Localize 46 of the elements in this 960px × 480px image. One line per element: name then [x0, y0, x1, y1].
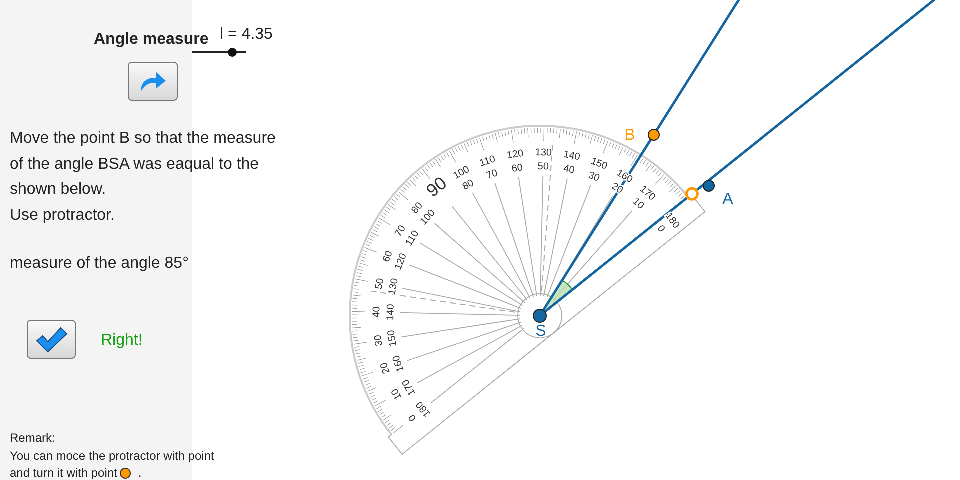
- target-angle: measure of the angle 85°: [10, 254, 189, 274]
- scale-label: 30: [586, 170, 602, 184]
- scale-label: 70: [485, 168, 500, 182]
- scale-label: 110: [478, 154, 498, 170]
- point[interactable]: [648, 129, 660, 141]
- scale-label: 80: [461, 178, 476, 193]
- scale-label: 40: [372, 306, 383, 318]
- rotate-handle[interactable]: [685, 187, 699, 201]
- redo-arrow-icon: [138, 70, 168, 94]
- slider-thumb[interactable]: [228, 48, 237, 56]
- point-label: S: [536, 323, 546, 340]
- slider-label: l = 4.35: [220, 25, 273, 45]
- scale-label: 60: [381, 250, 396, 264]
- result-message: Right!: [101, 331, 143, 351]
- scale-label: 0: [654, 224, 667, 235]
- title: Angle measure: [94, 30, 209, 50]
- scale-label: 160: [391, 354, 407, 374]
- scale-label: 20: [378, 361, 393, 376]
- scale-label: 50: [374, 278, 387, 291]
- scale-label: 120: [506, 148, 524, 162]
- point[interactable]: [533, 309, 547, 323]
- point-label: B: [624, 127, 636, 144]
- redo-button[interactable]: [128, 62, 178, 101]
- scale-label: 140: [562, 149, 582, 164]
- remark-line: and turn it with point: [10, 465, 118, 480]
- remark-title: Remark:: [10, 430, 56, 446]
- scale-label: 130: [535, 148, 552, 159]
- scale-label: 60: [511, 162, 524, 176]
- scale-label: 20: [610, 181, 625, 196]
- scale-label: 120: [393, 252, 410, 272]
- scale-label: 130: [387, 278, 402, 296]
- scale-label: 50: [538, 162, 550, 173]
- scale-label: 10: [630, 196, 646, 212]
- scale-label: 30: [372, 334, 386, 347]
- scale-label: 150: [386, 329, 400, 348]
- instructions: Move the point B so that the measure of the angle BSA was eaqual to the shown below. Use protractor.: [10, 129, 277, 226]
- scale-label: 40: [562, 164, 576, 176]
- scale-label: 140: [386, 304, 397, 322]
- scale-label: 150: [589, 156, 609, 172]
- remark-line: You can moce the protractor with point: [10, 448, 214, 464]
- checkmark-icon: [34, 326, 68, 352]
- scale-label: 90: [422, 172, 451, 202]
- point-label: A: [722, 191, 734, 208]
- check-button[interactable]: [27, 320, 76, 359]
- point[interactable]: [703, 180, 715, 192]
- remark-period: .: [138, 465, 142, 480]
